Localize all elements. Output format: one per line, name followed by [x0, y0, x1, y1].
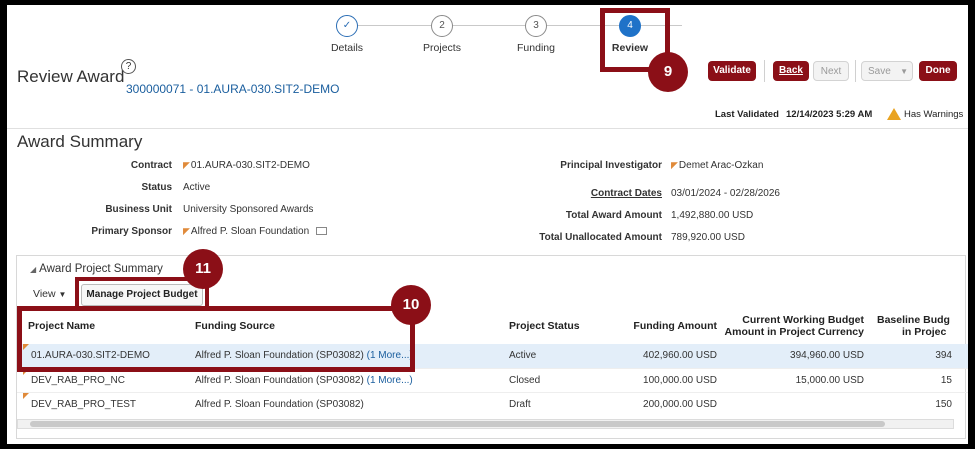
collapse-icon[interactable]: ◢ — [30, 265, 36, 274]
done-button[interactable]: Done — [919, 61, 957, 81]
scrollbar-thumb[interactable] — [30, 421, 885, 427]
contact-card-icon[interactable] — [315, 227, 327, 236]
page-title: Review Award — [17, 67, 125, 86]
funding-amount: 100,000.00 USD — [643, 375, 717, 386]
total-unallocated-label: Total Unallocated Amount — [539, 232, 662, 243]
horizontal-scrollbar[interactable] — [17, 419, 954, 429]
warning-icon[interactable] — [887, 108, 901, 120]
callout-badge-9: 9 — [648, 52, 688, 92]
baseline-budget: 150 — [935, 399, 952, 410]
help-icon[interactable]: ? — [121, 59, 136, 74]
pi-value[interactable]: ◤Demet Arac-Ozkan — [671, 160, 763, 171]
contract-value[interactable]: ◤01.AURA-030.SIT2-DEMO — [183, 160, 310, 171]
train-step-details[interactable]: ✓ Details — [307, 15, 387, 54]
primary-sponsor-label: Primary Sponsor — [91, 226, 172, 237]
table-row[interactable]: DEV_RAB_PRO_TEST Alfred P. Sloan Foundat… — [17, 392, 968, 416]
total-unallocated-value: 789,920.00 USD — [671, 232, 745, 243]
train-step-projects[interactable]: 2 Projects — [402, 15, 482, 54]
flag-icon — [23, 393, 29, 399]
contract-label: Contract — [130, 160, 172, 171]
train-step-label: Details — [330, 42, 364, 54]
contract-dates-label[interactable]: Contract Dates — [527, 188, 662, 199]
check-icon: ✓ — [336, 15, 358, 37]
contract-dates-value: 03/01/2024 - 02/28/2026 — [671, 188, 780, 199]
baseline-budget: 394 — [935, 350, 952, 361]
award-number-link[interactable]: 300000071 - 01.AURA-030.SIT2-DEMO — [126, 82, 339, 96]
award-project-summary-heading[interactable]: ◢ Award Project Summary — [30, 263, 163, 275]
next-button[interactable]: Next — [813, 61, 849, 81]
train-step-label: Funding — [517, 42, 555, 54]
train-step-funding[interactable]: 3 Funding — [496, 15, 576, 54]
status-label: Status — [141, 182, 172, 193]
validate-button[interactable]: Validate — [708, 61, 756, 81]
project-status: Draft — [509, 399, 531, 410]
warning-status[interactable]: Has Warnings — [904, 109, 963, 120]
callout-box-project-row — [17, 306, 415, 372]
save-button[interactable]: Save ▼ — [861, 61, 913, 81]
funding-source: Alfred P. Sloan Foundation (SP03082) — [195, 399, 364, 410]
divider — [7, 128, 968, 129]
col-baseline-budget-sub: in Projec — [902, 326, 947, 338]
col-current-working-budget-sub: Amount in Project Currency — [724, 326, 864, 338]
col-current-working-budget[interactable]: Current Working Budget — [722, 314, 864, 326]
save-label: Save — [868, 66, 891, 77]
business-unit-value: University Sponsored Awards — [183, 204, 314, 215]
current-working-budget: 394,960.00 USD — [790, 350, 864, 361]
funding-source: Alfred P. Sloan Foundation (SP03082) (1 … — [195, 375, 413, 386]
total-award-amount-value: 1,492,880.00 USD — [671, 210, 754, 221]
back-button[interactable]: Back — [773, 61, 809, 81]
col-project-status[interactable]: Project Status — [509, 320, 580, 332]
process-train: ✓ Details 2 Projects 3 Funding 4 Review — [7, 5, 968, 65]
toolbar-divider — [855, 60, 856, 82]
project-name: DEV_RAB_PRO_NC — [31, 375, 125, 386]
funding-amount: 200,000.00 USD — [643, 399, 717, 410]
primary-sponsor-value[interactable]: ◤Alfred P. Sloan Foundation — [183, 226, 327, 237]
train-step-label: Projects — [423, 42, 461, 54]
col-baseline-budget[interactable]: Baseline Budg — [877, 314, 950, 326]
callout-badge-10: 10 — [391, 285, 431, 325]
chevron-down-icon[interactable]: ▼ — [900, 62, 908, 82]
chevron-down-icon: ▼ — [58, 290, 67, 299]
last-validated-value: 12/14/2023 5:29 AM — [786, 109, 873, 120]
project-status: Active — [509, 350, 537, 361]
more-link[interactable]: (1 More...) — [367, 375, 413, 386]
flag-icon: ◤ — [671, 160, 678, 170]
total-award-amount-label: Total Award Amount — [565, 210, 662, 221]
callout-badge-11: 11 — [183, 249, 223, 289]
funding-amount: 402,960.00 USD — [643, 350, 717, 361]
project-name: DEV_RAB_PRO_TEST — [31, 399, 137, 410]
project-status: Closed — [509, 375, 541, 386]
view-menu[interactable]: View ▼ — [33, 288, 66, 300]
current-working-budget: 15,000.00 USD — [795, 375, 864, 386]
review-award-page: ✓ Details 2 Projects 3 Funding 4 Review … — [7, 5, 968, 444]
flag-icon: ◤ — [183, 160, 190, 170]
toolbar-divider — [764, 60, 765, 82]
status-value: Active — [183, 182, 211, 193]
pi-label: Principal Investigator — [560, 160, 662, 171]
baseline-budget: 15 — [940, 375, 952, 386]
award-summary-heading: Award Summary — [17, 132, 143, 151]
last-validated-label: Last Validated — [715, 109, 779, 120]
business-unit-label: Business Unit — [105, 204, 172, 215]
step-number: 2 — [431, 15, 453, 37]
col-funding-amount[interactable]: Funding Amount — [612, 320, 717, 332]
flag-icon: ◤ — [183, 226, 190, 236]
step-number: 3 — [525, 15, 547, 37]
